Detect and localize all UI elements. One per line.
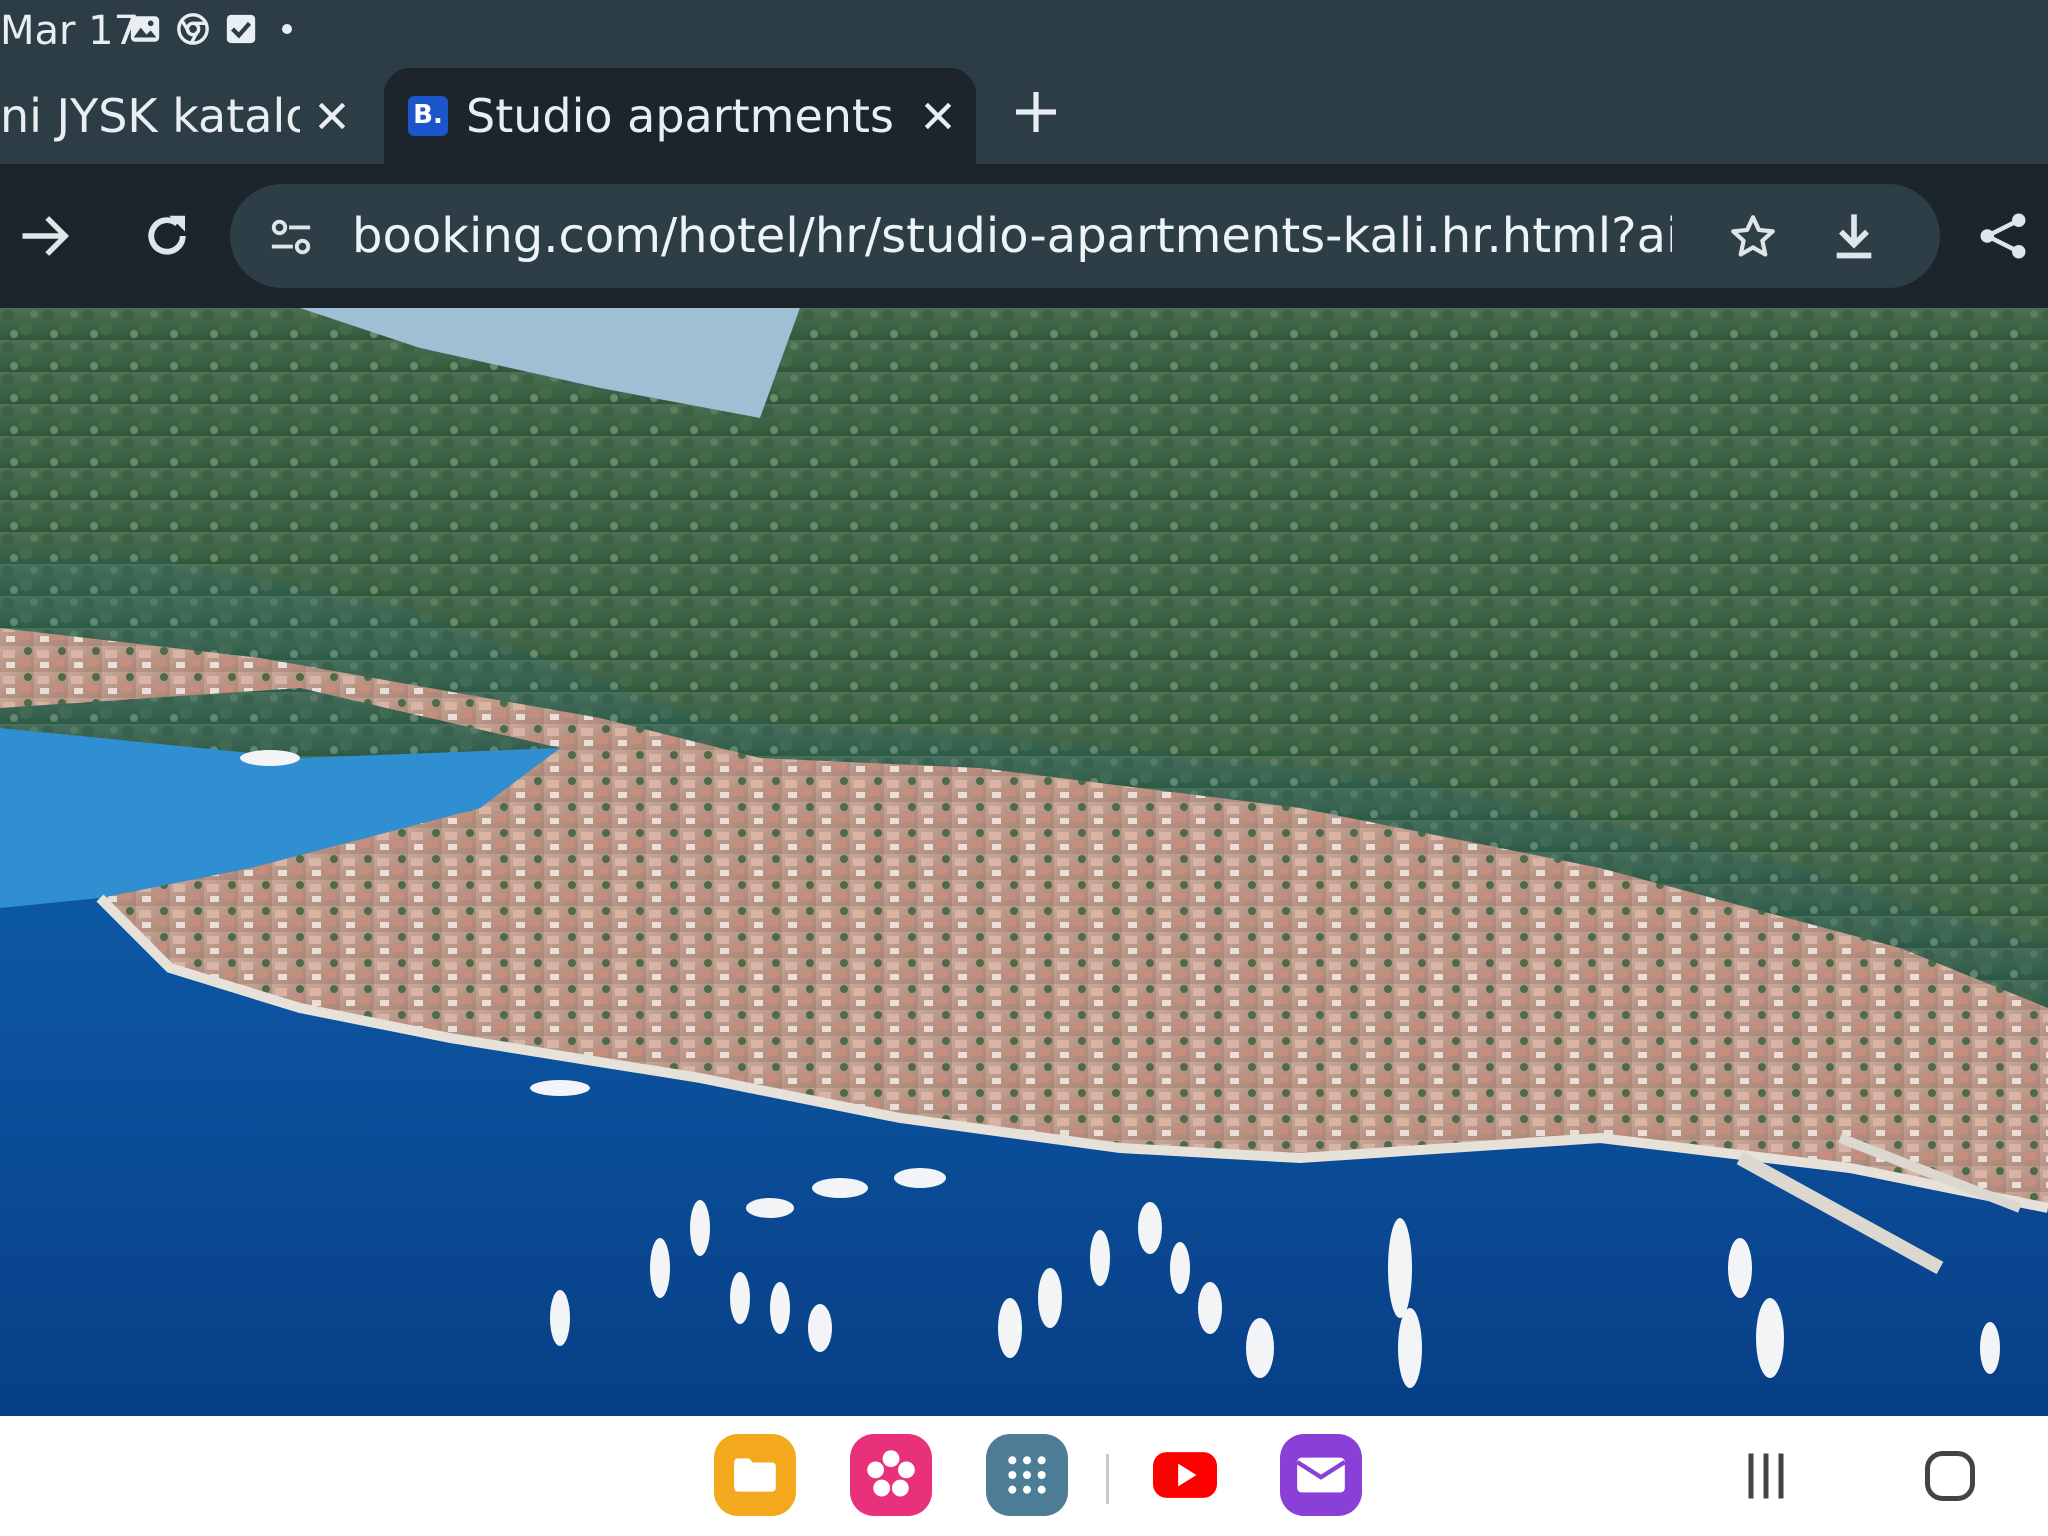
reload-icon[interactable] (140, 209, 194, 263)
taskbar (0, 1416, 2048, 1536)
status-time: Mar 17 (0, 8, 140, 54)
tab-title: Studio apartments Kali (466, 89, 906, 143)
home-icon[interactable] (1920, 1446, 1980, 1506)
youtube-icon (1153, 1452, 1217, 1498)
folder-icon (734, 1458, 776, 1492)
tab-strip: ni JYSK katalog B. Studio apartments Kal… (0, 62, 2048, 164)
chrome-icon (177, 13, 209, 45)
status-bar: Mar 17 (0, 0, 2048, 62)
aerial-coastal-photo (0, 308, 2048, 1416)
mail-app-icon[interactable] (1280, 1434, 1362, 1516)
close-icon[interactable] (312, 96, 352, 136)
page-content[interactable] (0, 308, 2048, 1416)
gallery-icon (130, 16, 160, 42)
checkbox-icon (226, 14, 256, 44)
url-text[interactable]: booking.com/hotel/hr/studio-apartments-k… (352, 206, 1672, 266)
grid-dots-icon (1008, 1456, 1046, 1494)
tab-title: ni JYSK katalog (0, 89, 300, 143)
blossom-app-icon[interactable] (850, 1434, 932, 1516)
notification-dot (282, 24, 292, 34)
status-icons (128, 12, 292, 46)
envelope-icon (1296, 1457, 1346, 1493)
app-drawer-icon[interactable] (986, 1434, 1068, 1516)
close-icon[interactable] (918, 96, 958, 136)
bookmark-star-icon[interactable] (1728, 212, 1778, 262)
browser-toolbar: booking.com/hotel/hr/studio-apartments-k… (0, 164, 2048, 308)
tab-jysk[interactable]: ni JYSK katalog (0, 68, 372, 164)
share-icon[interactable] (1976, 209, 2030, 263)
download-icon[interactable] (1828, 210, 1880, 262)
recents-icon[interactable] (1736, 1446, 1796, 1506)
booking-favicon-icon: B. (408, 96, 448, 136)
site-settings-icon[interactable] (268, 214, 314, 260)
flower-icon (867, 1450, 915, 1497)
tab-studio-apartments[interactable]: B. Studio apartments Kali (384, 68, 976, 164)
files-app-icon[interactable] (714, 1434, 796, 1516)
forward-arrow-icon[interactable] (18, 209, 72, 263)
youtube-app-icon[interactable] (1144, 1434, 1226, 1516)
new-tab-plus-icon[interactable] (1012, 88, 1060, 136)
taskbar-divider (1106, 1454, 1109, 1504)
address-bar[interactable]: booking.com/hotel/hr/studio-apartments-k… (230, 184, 1940, 288)
